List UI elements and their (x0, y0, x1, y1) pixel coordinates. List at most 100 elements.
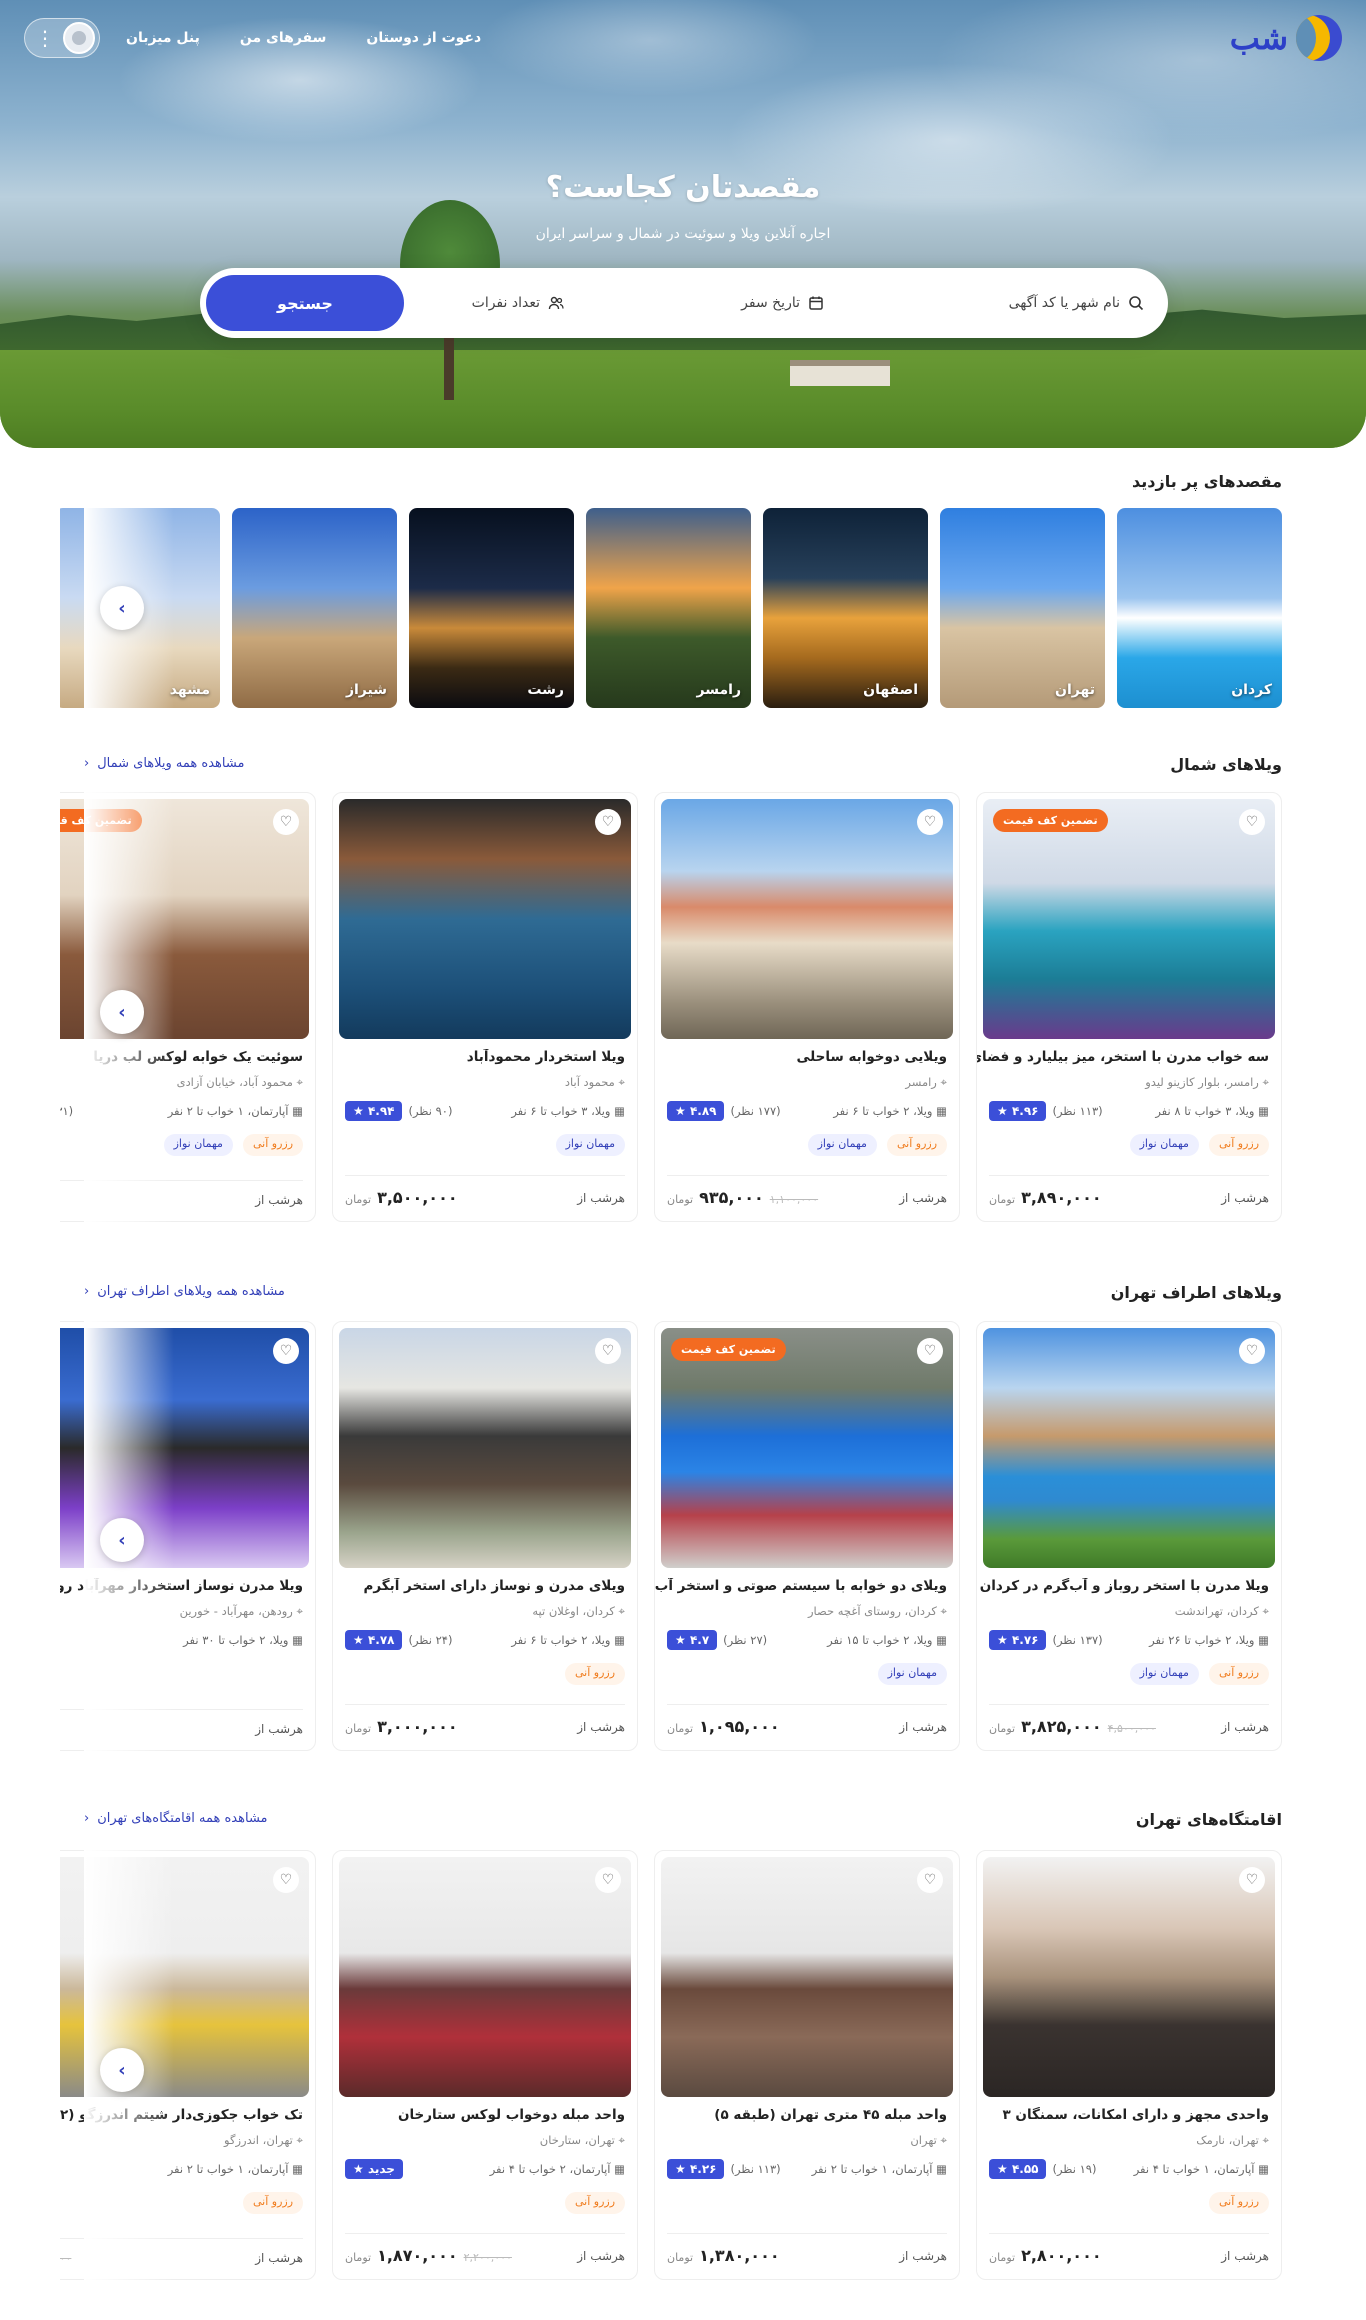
listing-image[interactable]: ♡ (60, 1328, 309, 1568)
nav-invite-friends[interactable]: دعوت از دوستان (366, 30, 481, 46)
heart-icon: ♡ (923, 814, 937, 830)
favorite-button[interactable]: ♡ (273, 1338, 299, 1364)
user-menu-button[interactable]: ⋮ (24, 18, 100, 58)
listing-specs: ▦ آپارتمان، ۱ خواب تا ۲ نفر (168, 2162, 303, 2176)
listing-title[interactable]: ویلای دو خوابه با سیستم صوتی و استخر آب‌… (655, 1578, 959, 1594)
rating-value: ۴.۸۹ (689, 1104, 717, 1118)
price-value: ۱,۳۸۰,۰۰۰ تومان (667, 2246, 780, 2265)
north-villas-next-button[interactable]: › (100, 990, 144, 1034)
favorite-button[interactable]: ♡ (273, 809, 299, 835)
listing-card[interactable]: ♡ واحد مبله دوخواب لوکس ستارخان ⌖ تهران، س… (332, 1850, 638, 2280)
destinations-next-button[interactable]: › (100, 586, 144, 630)
favorite-button[interactable]: ♡ (1239, 1867, 1265, 1893)
price-value: ۳,۸۹۰,۰۰۰ تومان (989, 1188, 1102, 1207)
destination-name: رشت (527, 682, 564, 698)
listing-card[interactable]: ♡ واحدی مجهز و دارای امکانات، سمنگان ۳ ⌖ ت… (976, 1850, 1282, 2280)
listing-image[interactable]: ♡ (983, 1328, 1275, 1568)
listing-location: ⌖ کردان، روستای آغچه حصار (655, 1604, 959, 1619)
listing-card[interactable]: ♡ ویلا مدرن با استخر روباز و آب‌گرم در کر… (976, 1321, 1282, 1751)
listing-meta: ▦ ویلا، ۳ خواب تا ۸ نفر (۱۱۳ نظر) ★ ۴.۹۶ (977, 1100, 1281, 1122)
currency-label: تومان (667, 1193, 694, 1206)
search-button[interactable]: جستجو (206, 275, 404, 331)
tehran-stays-next-button[interactable]: › (100, 2048, 144, 2092)
listing-card[interactable]: ♡ ویلای مدرن و نوساز دارای استخر آبگرم ⌖ ک… (332, 1321, 638, 1751)
listing-title[interactable]: واحدی مجهز و دارای امکانات، سمنگان ۳ (977, 2107, 1281, 2123)
favorite-button[interactable]: ♡ (595, 1338, 621, 1364)
listing-image[interactable]: ♡ تضمین کف قیمت (983, 799, 1275, 1039)
listing-card[interactable]: ♡ تک خواب جکوزی‌دار شیتم اندرزگو (۲) ⌖ تهر… (60, 1850, 316, 2280)
star-icon: ★ (997, 1104, 1012, 1118)
nav-my-trips[interactable]: سفرهای من (240, 30, 327, 46)
listing-image[interactable]: ♡ (339, 1328, 631, 1568)
guests-field[interactable]: تعداد نفرات (404, 295, 564, 311)
price-value: ۳,۰۰۰,۰۰۰ تومان (345, 1717, 458, 1736)
listing-card[interactable]: ♡ تضمین کف قیمت ویلای دو خوابه با سیستم صو… (654, 1321, 960, 1751)
listing-title[interactable]: سه خواب مدرن با استخر، میز بیلیارد و فضا… (977, 1049, 1281, 1065)
listing-price: هرشب از ۱,۳۸۰,۰۰۰ تومان (667, 2233, 947, 2265)
listing-title[interactable]: واحد مبله دوخواب لوکس ستارخان (333, 2107, 637, 2123)
rating-value: ۴.۷۶ (1011, 1633, 1039, 1647)
listing-card[interactable]: ♡ تضمین کف قیمت سه خواب مدرن با استخر، میز… (976, 792, 1282, 1222)
logo[interactable]: شب (1230, 15, 1342, 61)
listing-title[interactable]: ویلایی دوخوابه ساحلی (655, 1049, 959, 1065)
travel-date-field[interactable]: تاریخ سفر (564, 295, 824, 311)
listing-title[interactable]: ویلا استخردار محمودآباد (333, 1049, 637, 1065)
listing-title[interactable]: ویلا مدرن با استخر روباز و آب‌گرم در کرد… (977, 1578, 1281, 1594)
favorite-button[interactable]: ♡ (1239, 809, 1265, 835)
tehran-stays-view-all-link[interactable]: مشاهده همه اقامتگاه‌های تهران ‹ (84, 1811, 268, 1826)
tehran-villas-next-button[interactable]: › (100, 1518, 144, 1562)
destination-card[interactable]: رشت (409, 508, 574, 708)
city-search-field[interactable]: نام شهر یا کد آگهی (824, 295, 1144, 311)
favorite-button[interactable]: ♡ (595, 809, 621, 835)
travel-date-label: تاریخ سفر (741, 295, 800, 311)
listing-specs: ▦ ویلا، ۳ خواب تا ۶ نفر (511, 1104, 625, 1118)
listing-title[interactable]: واحد مبله ۴۵ متری تهران (طبقه ۵) (655, 2107, 959, 2123)
listing-card[interactable]: ♡ تضمین کف قیمت سوئیت یک خوابه لوکس لب دری… (60, 792, 316, 1222)
current-price: ۲,۸۰۰,۰۰۰ (1021, 2246, 1102, 2265)
listing-title[interactable]: تک خواب جکوزی‌دار شیتم اندرزگو (۲) (60, 2107, 315, 2123)
north-villas-view-all-link[interactable]: مشاهده همه ویلاهای شمال ‹ (84, 756, 244, 771)
listing-card[interactable]: ♡ ویلا استخردار محمودآباد ⌖ محمود آباد ▦ وی… (332, 792, 638, 1222)
currency-label: تومان (667, 1722, 694, 1735)
listing-image[interactable]: ♡ تضمین کف قیمت (60, 799, 309, 1039)
favorite-button[interactable]: ♡ (917, 1338, 943, 1364)
listing-image[interactable]: ♡ (983, 1857, 1275, 2097)
listing-image[interactable]: ♡ تضمین کف قیمت (661, 1328, 953, 1568)
destination-card[interactable]: کردان (1117, 508, 1282, 708)
location-pin-icon: ⌖ (292, 2133, 304, 2147)
favorite-button[interactable]: ♡ (917, 809, 943, 835)
favorite-button[interactable]: ♡ (1239, 1338, 1265, 1364)
destination-card[interactable]: اصفهان (763, 508, 928, 708)
favorite-button[interactable]: ♡ (273, 1867, 299, 1893)
listing-card[interactable]: ♡ واحد مبله ۴۵ متری تهران (طبقه ۵) ⌖ تهران… (654, 1850, 960, 2280)
rating-value: ۴.۹۴ (367, 1104, 395, 1118)
listing-price: هرشب از ۲,۰۰۰,۰۰۰ (60, 2238, 303, 2265)
nav-host-panel[interactable]: پنل میزبان (126, 30, 200, 46)
listing-card[interactable]: ♡ ویلا مدرن نوساز استخردار مهرآباد رودهن ⌖… (60, 1321, 316, 1751)
listing-title[interactable]: سوئیت یک خوابه لوکس لب دریا (60, 1049, 315, 1065)
tehran-villas-view-all-link[interactable]: مشاهده همه ویلاهای اطراف تهران ‹ (84, 1284, 285, 1299)
price-per-night-label: هرشب از (577, 1719, 625, 1734)
listing-title[interactable]: ویلای مدرن و نوساز دارای استخر آبگرم (333, 1578, 637, 1594)
listing-image[interactable]: ♡ (661, 799, 953, 1039)
listing-rating: (۱۷۷ نظر) ★ ۴.۸۹ (667, 1101, 781, 1121)
feature-tag: رزرو آنی (1208, 1134, 1269, 1156)
destination-card[interactable]: رامسر (586, 508, 751, 708)
listing-image[interactable]: ♡ (339, 1857, 631, 2097)
listing-location-text: محمود آباد، خیابان آزادی (176, 1075, 293, 1089)
listing-tags: مهمان نواز (655, 1663, 959, 1685)
price-value: ۴,۵۰۰,۰۰۰ ۳,۸۲۵,۰۰۰ تومان (989, 1717, 1156, 1736)
listing-image[interactable]: ♡ (339, 799, 631, 1039)
listing-image[interactable]: ♡ (661, 1857, 953, 2097)
favorite-button[interactable]: ♡ (595, 1867, 621, 1893)
destination-card[interactable]: تهران (940, 508, 1105, 708)
currency-label: تومان (989, 1193, 1016, 1206)
listing-image[interactable]: ♡ (60, 1857, 309, 2097)
listing-card[interactable]: ♡ ویلایی دوخوابه ساحلی ⌖ رامسر ▦ ویلا، ۲ خو… (654, 792, 960, 1222)
building-icon: ▦ (610, 2162, 625, 2176)
destination-card[interactable]: شیراز (232, 508, 397, 708)
favorite-button[interactable]: ♡ (917, 1867, 943, 1893)
chevron-right-icon: › (118, 597, 126, 619)
listing-title[interactable]: ویلا مدرن نوساز استخردار مهرآباد رودهن (60, 1578, 315, 1594)
heart-icon: ♡ (601, 814, 615, 830)
